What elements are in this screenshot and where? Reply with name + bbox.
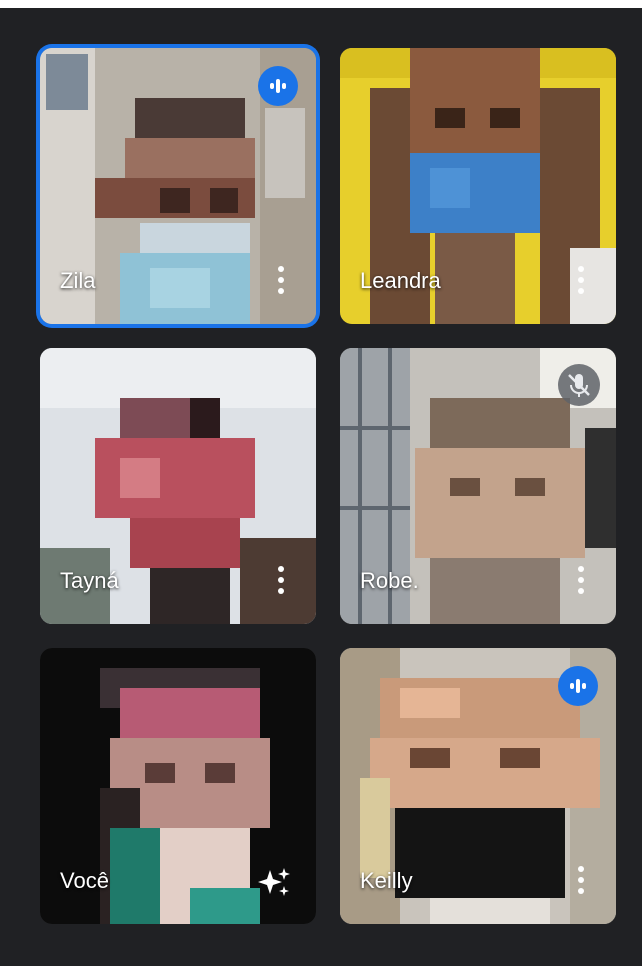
participant-tile-tayna[interactable]: Tayná [40,348,316,624]
participant-name: Zila [60,268,96,293]
participant-tile-keilly[interactable]: Keilly [340,648,616,924]
participant-name: Leandra [360,268,441,293]
participant-name: Robe. [360,568,419,593]
participant-name: Keilly [360,868,413,893]
participant-tile-zila[interactable]: Zila [40,48,316,324]
mic-off-icon [558,364,600,406]
participant-name: Você [60,868,109,893]
participant-name: Tayná [60,568,119,593]
participant-tile-leandra[interactable]: Leandra [340,48,616,324]
participant-tile-voce[interactable]: Você [40,648,316,924]
more-vert-icon[interactable] [274,564,288,596]
more-vert-icon[interactable] [574,864,588,896]
participant-tile-robe[interactable]: Robe. [340,348,616,624]
more-vert-icon[interactable] [574,264,588,296]
sparkle-effects-icon[interactable] [254,862,294,902]
meeting-grid: Zila Leandra Tayná Robe. Você Keilly [0,8,642,966]
audio-level-icon [258,66,298,106]
audio-level-icon [558,666,598,706]
more-vert-icon[interactable] [574,564,588,596]
more-vert-icon[interactable] [274,264,288,296]
